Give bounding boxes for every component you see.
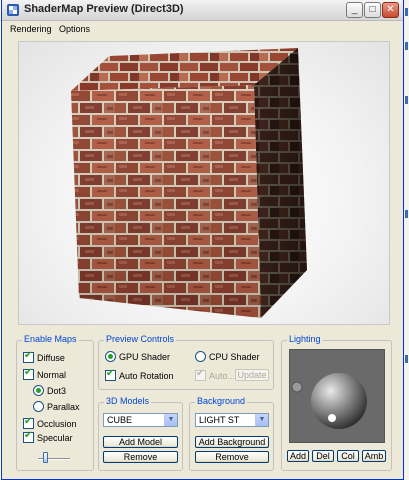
occlusion-checkbox[interactable]: Occlusion (23, 416, 77, 429)
dot3-label: Dot3 (47, 385, 67, 396)
light-source-handle[interactable] (291, 381, 303, 393)
preview-controls-group: Preview Controls (98, 334, 274, 390)
chevron-down-icon[interactable]: ▼ (164, 414, 177, 426)
preview-controls-title: Preview Controls (104, 334, 177, 344)
desktop-tick (405, 8, 408, 16)
title-bar[interactable]: ShaderMap Preview (Direct3D) _ □ ✕ (2, 0, 403, 21)
normal-label: Normal (37, 369, 67, 380)
ambient-light-button[interactable]: Amb (362, 450, 386, 462)
auto-label: Auto... (209, 370, 236, 381)
close-button[interactable]: ✕ (382, 2, 399, 18)
lighting-title: Lighting (287, 334, 323, 344)
auto-checkbox: Auto... (195, 368, 236, 381)
maximize-button[interactable]: □ (364, 2, 381, 18)
model-select[interactable]: CUBE ▼ (103, 413, 178, 427)
gpu-shader-label: GPU Shader (119, 351, 171, 362)
diffuse-label: Diffuse (37, 352, 65, 363)
background-select[interactable]: LIGHT ST ▼ (195, 413, 269, 427)
shadermap-preview-window: ShaderMap Preview (Direct3D) _ □ ✕ Rende… (1, 0, 404, 480)
specular-slider-thumb[interactable] (43, 452, 48, 463)
light-highlight[interactable] (328, 414, 336, 422)
desktop-tick (405, 355, 408, 363)
desktop-right-edge (404, 0, 409, 480)
lighting-sphere-icon (291, 373, 367, 429)
models-3d-title: 3D Models (104, 396, 152, 406)
update-button: Update (235, 369, 269, 381)
gpu-shader-radio-icon[interactable] (105, 351, 116, 362)
desktop-tick (405, 42, 408, 50)
auto-rotation-checkbox[interactable]: Auto Rotation (105, 368, 174, 381)
cpu-shader-radio-icon[interactable] (195, 351, 206, 362)
parallax-radio[interactable]: Parallax (33, 401, 80, 412)
lighting-sphere (311, 373, 367, 429)
desktop-tick (405, 96, 408, 104)
specular-check-icon[interactable] (23, 430, 34, 443)
diffuse-check-icon[interactable] (23, 350, 34, 363)
window-title: ShaderMap Preview (Direct3D) (24, 3, 184, 15)
model-select-value: CUBE (107, 415, 133, 425)
brick-cube-preview (71, 48, 307, 318)
diffuse-checkbox[interactable]: Diffuse (23, 350, 65, 363)
menu-options[interactable]: Options (59, 24, 90, 34)
background-title: Background (195, 396, 248, 406)
chevron-down-icon[interactable]: ▼ (255, 414, 268, 426)
shadermap-app-icon (7, 4, 19, 16)
specular-checkbox[interactable]: Specular (23, 430, 73, 443)
specular-label: Specular (37, 432, 73, 443)
dot3-radio[interactable]: Dot3 (33, 385, 66, 396)
occlusion-label: Occlusion (37, 418, 77, 429)
add-model-button[interactable]: Add Model (103, 436, 178, 448)
dot3-radio-icon[interactable] (33, 385, 44, 396)
menu-rendering[interactable]: Rendering (10, 24, 52, 34)
remove-model-button[interactable]: Remove (103, 451, 178, 463)
parallax-label: Parallax (47, 401, 80, 412)
delete-light-button[interactable]: Del (312, 450, 334, 462)
add-background-button[interactable]: Add Background (195, 436, 269, 448)
parallax-radio-icon[interactable] (33, 401, 44, 412)
auto-rotation-label: Auto Rotation (119, 370, 174, 381)
background-select-value: LIGHT ST (199, 415, 240, 425)
light-color-button[interactable]: Col (337, 450, 359, 462)
remove-background-button[interactable]: Remove (195, 451, 269, 463)
auto-check-icon (195, 368, 206, 381)
menu-bar: Rendering Options (2, 22, 403, 38)
lighting-preview[interactable] (289, 349, 385, 443)
auto-rotation-check-icon[interactable] (105, 368, 116, 381)
add-light-button[interactable]: Add (287, 450, 309, 462)
gpu-shader-radio[interactable]: GPU Shader (105, 351, 170, 362)
occlusion-check-icon[interactable] (23, 416, 34, 429)
preview-viewport[interactable] (18, 41, 390, 325)
normal-check-icon[interactable] (23, 367, 34, 380)
cpu-shader-radio[interactable]: CPU Shader (195, 351, 260, 362)
desktop-tick (405, 210, 408, 218)
normal-checkbox[interactable]: Normal (23, 367, 67, 380)
cpu-shader-label: CPU Shader (209, 351, 260, 362)
minimize-button[interactable]: _ (346, 2, 363, 18)
enable-maps-title: Enable Maps (22, 334, 79, 344)
